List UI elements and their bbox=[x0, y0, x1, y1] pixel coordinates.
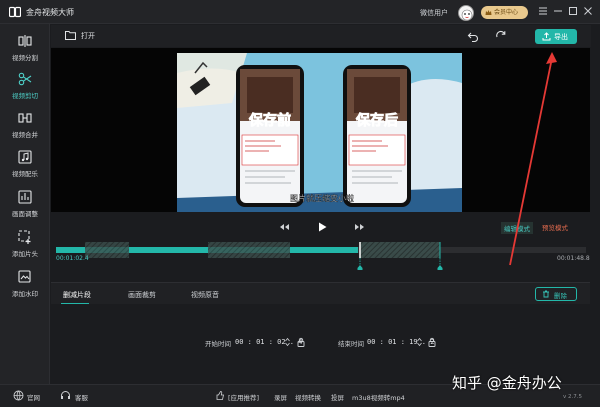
adjust-icon bbox=[18, 190, 32, 204]
link-screen-cast[interactable]: 投屏 bbox=[331, 392, 344, 402]
start-time-stepper-icon[interactable] bbox=[285, 337, 290, 347]
toolbar: 打开 导出 bbox=[51, 25, 591, 47]
current-time: 00:01:02.4 bbox=[56, 255, 89, 262]
rewind-icon[interactable] bbox=[278, 221, 290, 233]
minimize-icon[interactable] bbox=[552, 5, 564, 17]
selected-segment[interactable] bbox=[360, 242, 440, 258]
start-lock-icon[interactable] bbox=[297, 337, 305, 347]
playback-controls: 编辑模式 预览模式 bbox=[51, 212, 590, 242]
user-name[interactable]: 微信用户 bbox=[420, 8, 448, 18]
deleted-segment[interactable] bbox=[85, 242, 129, 258]
open-label: 打开 bbox=[81, 32, 95, 40]
total-time: 00:01:48.8 bbox=[557, 255, 590, 262]
crown-icon bbox=[485, 10, 492, 15]
open-button[interactable]: 打开 bbox=[65, 30, 99, 42]
music-icon bbox=[18, 150, 32, 164]
deleted-segment[interactable] bbox=[208, 242, 290, 258]
recommend-icon bbox=[216, 391, 224, 400]
trash-icon bbox=[543, 290, 549, 298]
merge-icon bbox=[18, 113, 32, 123]
delete-button[interactable]: 删除 bbox=[535, 287, 577, 301]
sidebar-item-add-intro[interactable]: 添加片头 bbox=[0, 230, 50, 266]
video-preview: 保存前 保存后 图片就压缩变小啦 bbox=[51, 48, 590, 212]
app-recommend-label: [应用推荐] bbox=[228, 394, 260, 402]
maximize-icon[interactable] bbox=[567, 5, 579, 17]
link-video-convert[interactable]: 视频转换 bbox=[295, 392, 321, 402]
timeline[interactable]: 00:01:02.4 00:01:48.8 bbox=[51, 242, 590, 272]
split-icon bbox=[18, 35, 32, 47]
sidebar-item-add-watermark[interactable]: 添加水印 bbox=[0, 270, 50, 306]
edit-tabs: 删减片段 画面裁剪 视频原音 删除 bbox=[51, 282, 590, 305]
app-title: 金舟视频大师 bbox=[26, 8, 74, 17]
add-watermark-icon bbox=[18, 270, 31, 283]
video-caption: 图片就压缩变小啦 bbox=[290, 193, 354, 203]
website-link[interactable]: 官网 bbox=[27, 392, 40, 402]
preview-mode-toggle[interactable]: 预览模式 bbox=[542, 222, 568, 232]
link-screen-record[interactable]: 录屏 bbox=[274, 392, 287, 402]
globe-icon bbox=[13, 390, 24, 401]
label-after: 保存后 bbox=[355, 112, 398, 129]
fast-forward-icon[interactable] bbox=[354, 221, 366, 233]
sidebar-item-split[interactable]: 视频分割 bbox=[0, 34, 50, 70]
phone-after bbox=[343, 65, 411, 207]
vip-center-button[interactable]: 会员中心 bbox=[481, 6, 528, 19]
watermark: 知乎 @金舟办公 bbox=[452, 374, 562, 392]
sidebar-item-label: 视频分割 bbox=[12, 54, 38, 62]
vip-center-label: 会员中心 bbox=[494, 9, 519, 16]
sidebar-item-label: 画面调整 bbox=[12, 210, 38, 218]
title-bar: 金舟视频大师 微信用户 会员中心 bbox=[0, 0, 600, 24]
folder-icon bbox=[65, 31, 76, 40]
end-time-input[interactable]: 00 : 01 : 19 . 2 bbox=[367, 338, 434, 346]
start-time-input[interactable]: 00 : 01 : 02 . 4 bbox=[235, 338, 302, 346]
link-m3u8-convert[interactable]: m3u8视频转mp4 bbox=[352, 392, 405, 402]
segment-start-handle[interactable] bbox=[357, 258, 363, 270]
sidebar-item-label: 视频剪切 bbox=[12, 92, 38, 100]
export-label: 导出 bbox=[554, 33, 568, 41]
sidebar-item-merge[interactable]: 视频合并 bbox=[0, 111, 50, 147]
service-link[interactable]: 客服 bbox=[75, 392, 88, 402]
sidebar-item-label: 视频合并 bbox=[12, 131, 38, 139]
app-logo-icon bbox=[9, 6, 21, 18]
tab-crop[interactable]: 画面裁剪 bbox=[128, 290, 156, 300]
avatar[interactable] bbox=[458, 5, 474, 21]
export-icon bbox=[542, 32, 551, 41]
undo-icon[interactable] bbox=[467, 30, 479, 42]
end-lock-icon[interactable] bbox=[428, 337, 436, 347]
segment-end-handle[interactable] bbox=[437, 258, 443, 270]
edit-mode-toggle[interactable]: 编辑模式 bbox=[501, 222, 533, 234]
sidebar: 视频分割 视频剪切 视频合并 视频配乐 画面调整 添加片头 添加水印 bbox=[0, 24, 50, 384]
close-icon[interactable] bbox=[582, 5, 594, 17]
play-icon[interactable] bbox=[316, 221, 328, 233]
end-time-label: 结束时间 bbox=[338, 340, 364, 348]
tab-original-audio[interactable]: 视频原音 bbox=[191, 290, 219, 300]
version-label: v 2.7.5 bbox=[563, 394, 582, 400]
cut-icon bbox=[18, 72, 32, 86]
end-time-stepper-icon[interactable] bbox=[417, 337, 422, 347]
delete-label: 删除 bbox=[554, 292, 567, 300]
sidebar-item-label: 视频配乐 bbox=[12, 170, 38, 178]
video-frame: 保存前 保存后 图片就压缩变小啦 bbox=[177, 53, 462, 212]
tab-delete-segments[interactable]: 删减片段 bbox=[63, 290, 91, 300]
start-time-label: 开始时间 bbox=[205, 340, 231, 348]
sidebar-item-cut[interactable]: 视频剪切 bbox=[0, 72, 50, 108]
refresh-icon[interactable] bbox=[495, 30, 507, 42]
export-button[interactable]: 导出 bbox=[535, 29, 577, 44]
menu-icon[interactable] bbox=[537, 5, 549, 17]
headset-icon bbox=[61, 391, 70, 399]
label-before: 保存前 bbox=[248, 112, 291, 129]
sidebar-item-label: 添加片头 bbox=[12, 250, 38, 258]
sidebar-item-music[interactable]: 视频配乐 bbox=[0, 150, 50, 186]
sidebar-item-adjust[interactable]: 画面调整 bbox=[0, 190, 50, 226]
add-intro-icon bbox=[18, 230, 31, 244]
phone-before bbox=[236, 65, 304, 207]
sidebar-item-label: 添加水印 bbox=[12, 290, 38, 298]
